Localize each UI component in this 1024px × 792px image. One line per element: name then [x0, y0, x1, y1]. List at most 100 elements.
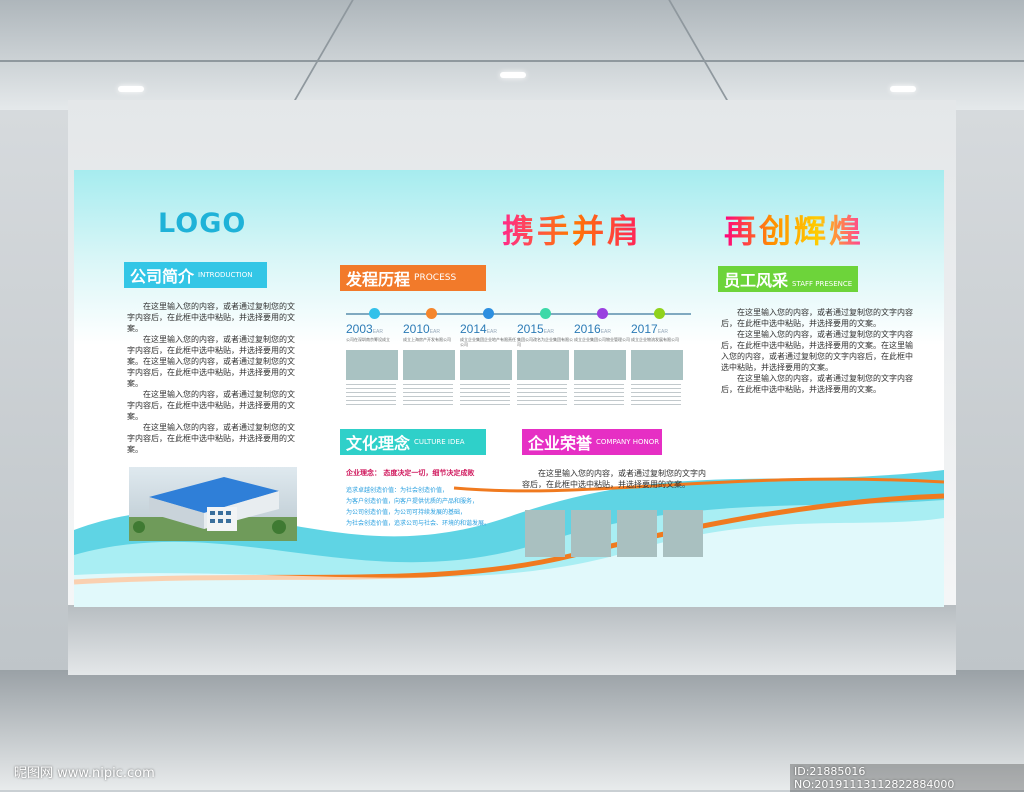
culture-line: 为社会创造价值，追求公司与社会、环境的和谐发展。	[346, 520, 491, 527]
watermark-id: ID:21885016 NO:20191113112822884000	[790, 764, 1024, 792]
timeline-year: 2016EAR	[574, 322, 630, 336]
timeline-year-value: 2016	[574, 322, 601, 336]
placeholder-line	[517, 388, 567, 389]
timeline-placeholder-lines	[460, 384, 516, 405]
intro-paragraph: 在这里输入您的内容，或者通过复制您的文字内容后，在此框中选中粘贴，并选择要用的文…	[127, 423, 295, 454]
timeline-item: 2017EAR 成立企业物流发展有限公司	[631, 322, 687, 408]
placeholder-line	[574, 392, 624, 393]
ceiling-lamp	[118, 86, 144, 92]
timeline-dot	[540, 308, 551, 319]
process-header: 发程历程 PROCESS	[340, 265, 486, 291]
intro-title: 公司简介	[130, 267, 195, 286]
culture-lead: 企业理念： 态度决定一切，细节决定成败	[346, 469, 475, 477]
timeline-year-suffix: EAR	[657, 329, 668, 335]
placeholder-line	[346, 396, 396, 397]
timeline-photo	[403, 350, 455, 380]
intro-paragraph: 在这里输入您的内容，或者通过复制您的文字内容后，在此框中选中粘贴，并选择要用的文…	[127, 302, 295, 333]
placeholder-line	[403, 396, 453, 397]
culture-subtitle: CULTURE IDEA	[414, 438, 465, 446]
placeholder-line	[574, 400, 624, 401]
timeline-photo	[517, 350, 569, 380]
placeholder-line	[517, 384, 567, 385]
timeline-year: 2003EAR	[346, 322, 402, 336]
placeholder-line	[460, 384, 510, 385]
staff-paragraph: 在这里输入您的内容，或者通过复制您的文字内容后，在此框中选中粘贴，并选择要用的文…	[721, 330, 913, 372]
placeholder-line	[574, 404, 624, 405]
timeline-dot	[426, 308, 437, 319]
placeholder-line	[517, 400, 567, 401]
placeholder-line	[574, 388, 624, 389]
honor-header: 企业荣誉 COMPANY HONOR	[522, 429, 662, 455]
process-subtitle: PROCESS	[414, 273, 457, 283]
honor-photo	[525, 510, 565, 557]
timeline-year-value: 2015	[517, 322, 544, 336]
slogan-right: 再创辉煌	[724, 206, 864, 252]
ceiling-beam	[668, 0, 734, 110]
timeline-item: 2003EAR 公司在深圳南京筹设成立	[346, 322, 402, 408]
process-title: 发程历程	[346, 270, 411, 289]
timeline-item: 2010EAR 成立上海房产开发有限公司	[403, 322, 459, 408]
timeline-year-suffix: EAR	[429, 329, 440, 335]
timeline-photo	[574, 350, 626, 380]
timeline-photo	[346, 350, 398, 380]
timeline-desc: 成立企业集团企业地产有限责任公司	[460, 337, 516, 347]
timeline-year-value: 2010	[403, 322, 430, 336]
culture-header: 文化理念 CULTURE IDEA	[340, 429, 486, 455]
timeline-year: 2017EAR	[631, 322, 687, 336]
timeline-year-suffix: EAR	[600, 329, 611, 335]
timeline-year: 2015EAR	[517, 322, 573, 336]
staff-paragraph: 在这里输入您的内容，或者通过复制您的文字内容后，在此框中选中粘贴，并选择要用的文…	[721, 308, 913, 328]
timeline-desc: 公司在深圳南京筹设成立	[346, 337, 390, 342]
ceiling-lamp	[500, 72, 526, 78]
placeholder-line	[346, 400, 396, 401]
placeholder-line	[403, 384, 453, 385]
placeholder-line	[346, 404, 396, 405]
panel-shadow	[68, 605, 956, 675]
exhibition-board: LOGO 携手并肩 再创辉煌 公司简介 INTRODUCTION 在这里输入您的…	[74, 170, 944, 607]
timeline-year-value: 2003	[346, 322, 373, 336]
timeline-dot	[597, 308, 608, 319]
timeline-year: 2014EAR	[460, 322, 516, 336]
placeholder-line	[631, 388, 681, 389]
intro-paragraph: 在这里输入您的内容，或者通过复制您的文字内容后，在此框中选中粘贴，并选择要用的文…	[127, 390, 295, 421]
placeholder-line	[346, 392, 396, 393]
placeholder-line	[574, 396, 624, 397]
timeline-desc: 成立上海房产开发有限公司	[403, 337, 451, 342]
company-building-photo	[129, 467, 297, 541]
intro-text: 在这里输入您的内容，或者通过复制您的文字内容后，在此框中选中粘贴，并选择要用的文…	[127, 301, 297, 455]
ceiling	[0, 0, 1024, 110]
placeholder-line	[631, 404, 681, 405]
placeholder-line	[517, 392, 567, 393]
staff-subtitle: STAFF PRESENCE	[792, 280, 853, 288]
honor-title: 企业荣誉	[528, 434, 593, 453]
placeholder-line	[403, 392, 453, 393]
placeholder-line	[346, 388, 396, 389]
timeline-placeholder-lines	[631, 384, 687, 405]
culture-line: 为公司创造价值，为公司可持续发展的基础，	[346, 509, 467, 516]
timeline-year-value: 2014	[460, 322, 487, 336]
ceiling-beam	[288, 0, 354, 110]
staff-title: 员工风采	[724, 271, 789, 290]
slogan-left: 携手并肩	[502, 206, 642, 252]
placeholder-line	[631, 396, 681, 397]
intro-paragraph: 在这里输入您的内容，或者通过复制您的文字内容后，在此框中选中粘贴，并选择要用的文…	[127, 335, 295, 388]
building-illustration	[129, 477, 297, 541]
timeline-line	[346, 313, 691, 315]
timeline-year-value: 2017	[631, 322, 658, 336]
placeholder-line	[346, 384, 396, 385]
placeholder-line	[574, 384, 624, 385]
timeline-placeholder-lines	[574, 384, 630, 405]
honor-paragraph: 在这里输入您的内容，或者通过复制您的文字内容后，在此框中选中粘贴，并选择要用的文…	[522, 469, 706, 489]
timeline-desc: 成立企业物流发展有限公司	[631, 337, 679, 342]
timeline-dot	[369, 308, 380, 319]
timeline-item: 2014EAR 成立企业集团企业地产有限责任公司	[460, 322, 516, 408]
placeholder-line	[460, 388, 510, 389]
timeline-placeholder-lines	[346, 384, 402, 405]
logo: LOGO	[158, 208, 247, 239]
timeline-desc: 成立企业集团公司物业管理公司	[574, 337, 630, 342]
timeline-year-suffix: EAR	[486, 329, 497, 335]
timeline-dot	[483, 308, 494, 319]
culture-line: 为客户创造价值，向客户提供优质的产品和服务，	[346, 498, 479, 505]
culture-text: 企业理念： 态度决定一切，细节决定成败 追求卓越创造价值：为社会创造价值， 为客…	[346, 468, 490, 529]
watermark-site: 昵图网 www.nipic.com	[14, 766, 155, 781]
